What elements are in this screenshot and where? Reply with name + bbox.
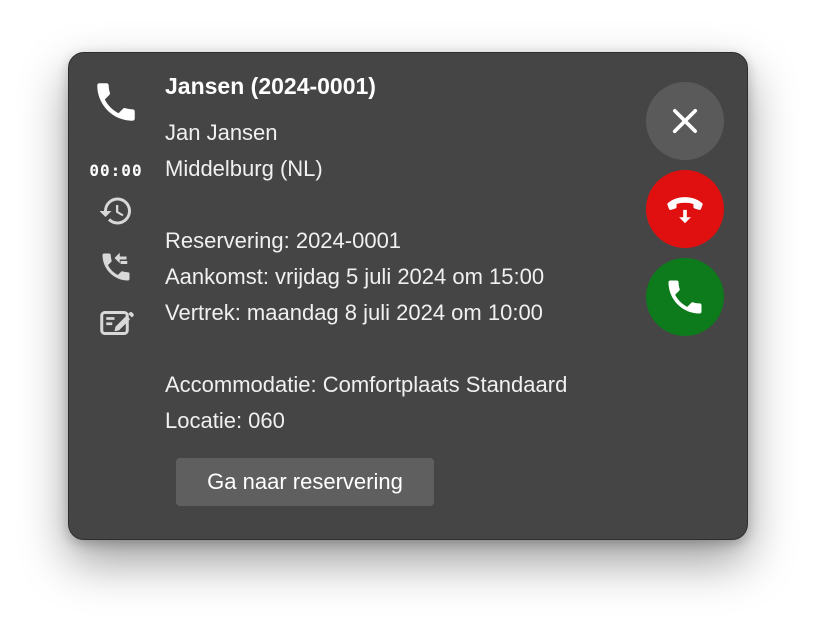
accept-call-button[interactable] xyxy=(646,258,724,336)
decline-call-button[interactable] xyxy=(646,170,724,248)
hangup-icon xyxy=(667,197,703,224)
close-button[interactable] xyxy=(646,82,724,160)
location-number: Locatie: 060 xyxy=(165,408,285,433)
caller-location: Middelburg (NL) xyxy=(165,156,323,181)
edit-note-icon xyxy=(100,311,134,335)
history-icon xyxy=(99,197,131,225)
caller-title: Jansen (2024-0001) xyxy=(165,73,376,99)
phone-callback-icon xyxy=(102,252,130,281)
departure-date: Vertrek: maandag 8 juli 2024 om 10:00 xyxy=(165,300,543,325)
caller-name: Jan Jansen xyxy=(165,120,278,145)
reservation-number: Reservering: 2024-0001 xyxy=(165,228,402,253)
call-timer: 00:00 xyxy=(89,161,143,180)
callback-button[interactable] xyxy=(96,247,136,287)
phone-icon xyxy=(97,83,135,121)
add-note-button[interactable] xyxy=(96,303,136,343)
call-history-button[interactable] xyxy=(96,191,136,231)
phone-accept-icon xyxy=(668,280,702,314)
go-to-reservation-button[interactable]: Ga naar reservering xyxy=(176,458,434,506)
accommodation: Accommodatie: Comfortplaats Standaard xyxy=(165,372,568,397)
arrival-date: Aankomst: vrijdag 5 juli 2024 om 15:00 xyxy=(165,264,545,289)
incoming-call-panel: 00:00 Jansen (2024-0001) Jan Jansen Midd… xyxy=(68,52,748,540)
close-icon xyxy=(672,108,698,134)
